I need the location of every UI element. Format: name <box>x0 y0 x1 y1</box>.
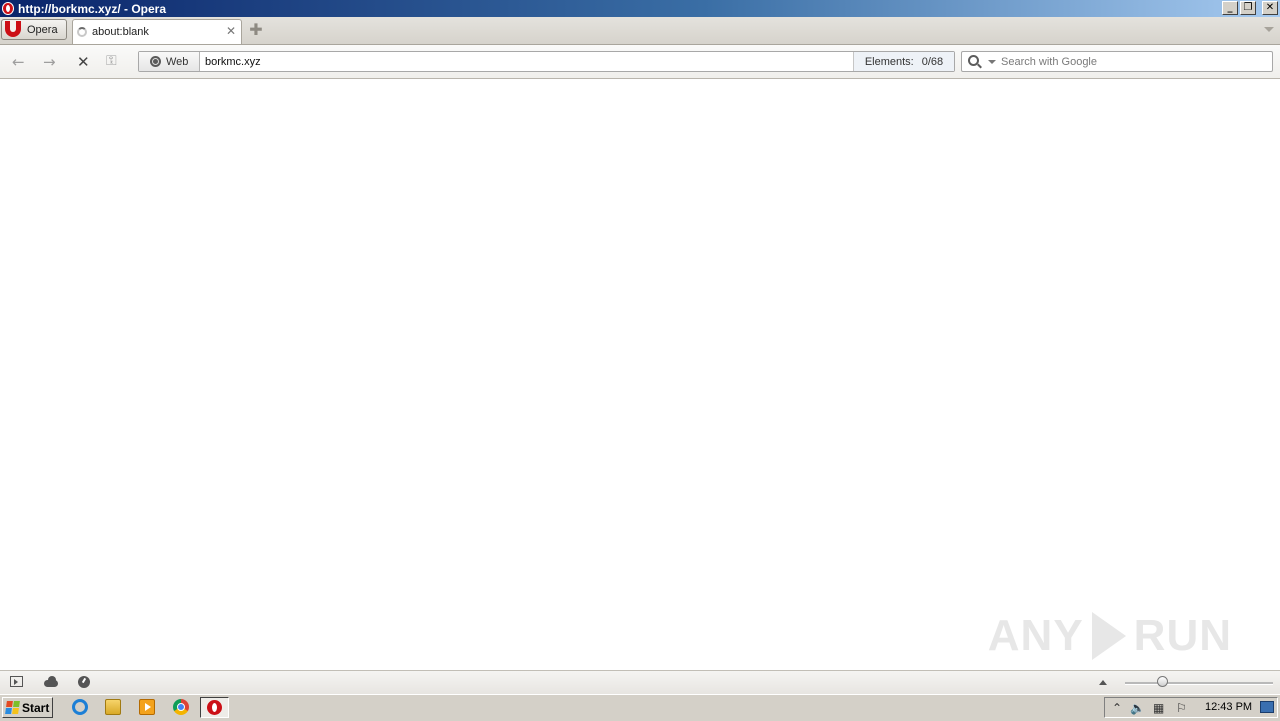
security-badge[interactable]: Web <box>139 52 200 71</box>
cloud-icon[interactable] <box>44 676 58 687</box>
opera-app-icon[interactable] <box>2 2 14 15</box>
security-badge-label: Web <box>166 55 189 68</box>
network-icon[interactable]: ▦ <box>1153 701 1164 715</box>
tab-about-blank[interactable]: about:blank ✕ <box>72 19 242 44</box>
tab-title: about:blank <box>92 26 149 38</box>
view-menu-up-icon[interactable] <box>1099 680 1107 685</box>
windows-flag-icon <box>5 701 20 714</box>
volume-icon[interactable]: 🔈 <box>1130 701 1145 715</box>
search-icon <box>968 55 979 66</box>
system-tray: ⌃ 🔈 ▦ ⚐ 12:43 PM <box>1104 697 1278 718</box>
start-button[interactable]: Start <box>2 697 53 718</box>
search-input[interactable] <box>1001 54 1261 69</box>
stop-loading-icon[interactable]: ✕ <box>77 53 90 71</box>
address-toolbar: ← → ✕ ⚿ Web Elements: 0/68 <box>0 45 1280 79</box>
file-explorer-icon[interactable] <box>105 699 121 715</box>
opera-menu-button[interactable]: Opera <box>1 19 67 40</box>
opera-logo-icon <box>3 20 21 39</box>
forward-arrow-icon[interactable]: → <box>43 53 56 71</box>
window-title: http://borkmc.xyz/ - Opera <box>18 1 167 16</box>
tab-close-icon[interactable]: ✕ <box>226 24 236 38</box>
globe-icon <box>150 56 161 67</box>
window-title-bar[interactable]: http://borkmc.xyz/ - Opera _ ❐ ✕ <box>0 0 1280 17</box>
key-icon[interactable]: ⚿ <box>106 53 117 69</box>
watermark-text-left: ANY <box>987 611 1084 660</box>
tray-expand-icon[interactable]: ⌃ <box>1112 701 1122 715</box>
elements-label: Elements: <box>864 55 914 68</box>
watermark-text-right: RUN <box>1133 611 1232 660</box>
zoom-slider-track[interactable] <box>1125 682 1273 685</box>
speed-dial-icon[interactable] <box>78 676 90 688</box>
tab-menu-chevron-icon[interactable] <box>1264 27 1274 32</box>
elements-counter: Elements: 0/68 <box>853 52 954 71</box>
start-label: Start <box>22 700 50 715</box>
search-engine-dropdown-icon[interactable] <box>988 60 996 64</box>
panel-toggle-icon[interactable] <box>10 676 23 687</box>
restore-button[interactable]: ❐ <box>1240 1 1256 15</box>
opera-taskbar-button[interactable] <box>200 697 229 718</box>
back-arrow-icon[interactable]: ← <box>12 53 25 71</box>
clock[interactable]: 12:43 PM <box>1205 701 1252 713</box>
tab-bar: Opera about:blank ✕ ✚ <box>0 17 1280 45</box>
loading-spinner-icon <box>77 27 87 37</box>
close-button[interactable]: ✕ <box>1262 1 1278 15</box>
new-tab-plus-icon[interactable]: ✚ <box>249 22 263 38</box>
show-desktop-icon[interactable] <box>1260 701 1274 713</box>
page-content[interactable]: ANY RUN <box>0 79 1280 670</box>
internet-explorer-icon[interactable] <box>72 699 88 715</box>
opera-icon <box>207 700 222 715</box>
status-bar <box>0 670 1280 694</box>
search-box[interactable] <box>961 51 1273 72</box>
window-controls: _ ❐ ✕ <box>1222 1 1278 15</box>
zoom-slider-thumb[interactable] <box>1157 676 1168 687</box>
action-center-flag-icon[interactable]: ⚐ <box>1176 701 1187 715</box>
minimize-button[interactable]: _ <box>1222 1 1238 15</box>
address-input[interactable] <box>205 54 845 69</box>
taskbar: Start ⌃ 🔈 ▦ ⚐ 12:43 PM <box>0 694 1280 721</box>
address-bar[interactable]: Web Elements: 0/68 <box>138 51 955 72</box>
anyrun-watermark: ANY RUN <box>988 608 1232 664</box>
elements-value: 0/68 <box>921 55 944 68</box>
media-player-icon[interactable] <box>139 699 155 715</box>
chrome-icon[interactable] <box>173 699 189 715</box>
watermark-play-icon <box>1091 612 1126 660</box>
opera-menu-label: Opera <box>27 23 58 36</box>
